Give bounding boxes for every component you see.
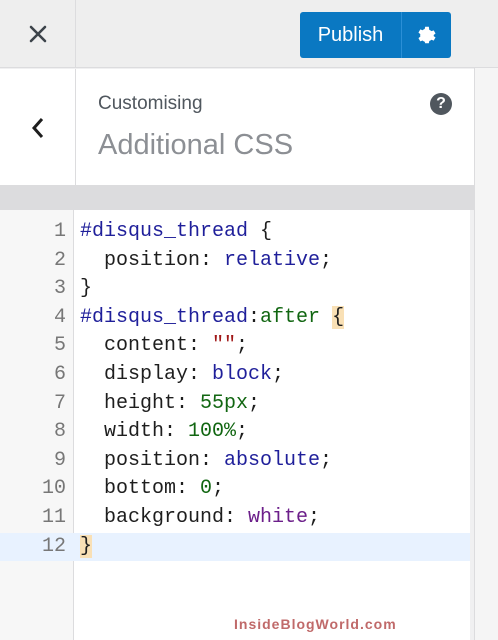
line-number: 11 — [41, 506, 66, 529]
code-line[interactable]: 9 position: absolute; — [0, 447, 470, 476]
code-text: #disqus_thread { — [80, 218, 272, 247]
line-number: 5 — [53, 334, 66, 358]
code-token: ; — [320, 248, 333, 272]
code-token: position: — [80, 448, 225, 472]
publish-settings-button[interactable] — [402, 12, 451, 58]
code-token: bottom: — [80, 477, 201, 501]
code-token: width: — [80, 420, 189, 444]
code-token: block — [212, 363, 273, 386]
code-token: ; — [236, 420, 249, 444]
code-line[interactable]: 3} — [0, 275, 470, 304]
code-text: height: 55px; — [80, 390, 260, 419]
code-token: absolute — [224, 448, 321, 472]
code-token: } — [80, 277, 93, 301]
back-button[interactable] — [0, 69, 76, 186]
publish-group: Publish — [300, 12, 451, 58]
close-button[interactable] — [0, 0, 76, 68]
code-text: bottom: 0; — [80, 475, 224, 504]
code-text: width: 100%; — [80, 418, 248, 447]
line-number: 9 — [53, 448, 66, 472]
code-token: ; — [236, 334, 249, 358]
breadcrumb: Customising — [98, 93, 203, 114]
code-token: height: — [80, 391, 201, 415]
code-token: "" — [212, 334, 237, 358]
line-number: 12 — [41, 534, 66, 558]
code-token: { — [248, 220, 273, 243]
code-token: ; — [320, 448, 333, 472]
code-text: } — [80, 533, 93, 562]
code-token: : — [248, 305, 261, 329]
code-line[interactable]: 11 background: white; — [0, 504, 470, 533]
code-token: ; — [212, 477, 225, 501]
code-token: #disqus_thread — [80, 305, 249, 329]
code-line[interactable]: 7 height: 55px; — [0, 390, 470, 419]
code-token: 55px — [200, 391, 249, 415]
code-line[interactable]: 6 display: block; — [0, 361, 470, 390]
code-line[interactable]: 1 #disqus_thread { — [0, 218, 470, 247]
code-line[interactable]: 8 width: 100%; — [0, 418, 470, 447]
close-icon — [29, 25, 46, 43]
top-bar: Publish — [0, 0, 498, 68]
code-token: #disqus_thread — [80, 220, 249, 243]
code-text: display: block; — [80, 361, 284, 390]
line-number: 6 — [53, 363, 66, 386]
code-token: white — [248, 506, 309, 529]
divider — [0, 186, 474, 210]
code-token: background: — [80, 506, 249, 529]
code-token: after — [260, 305, 321, 329]
code-token: position: — [80, 248, 225, 272]
line-number: 4 — [53, 305, 66, 329]
line-number: 10 — [41, 477, 66, 501]
code-text: #disqus_thread:after { — [80, 304, 345, 333]
code-text: } — [80, 275, 92, 304]
section-header: Customising Additional CSS ? — [0, 69, 474, 186]
code-token: display: — [80, 363, 213, 386]
code-token: relative — [224, 248, 321, 272]
code-token: ; — [248, 391, 261, 415]
code-line[interactable]: 4 #disqus_thread:after { — [0, 304, 470, 333]
code-token: ; — [308, 506, 321, 529]
code-token: 0 — [200, 477, 213, 501]
code-line[interactable]: 12} — [0, 532, 470, 562]
gear-icon — [417, 26, 436, 44]
code-token: content: — [80, 334, 213, 358]
line-number: 8 — [53, 420, 66, 444]
page-title: Additional CSS — [98, 129, 294, 161]
code-text: content: ""; — [80, 332, 248, 361]
code-line[interactable]: 2 position: relative; — [0, 247, 470, 276]
code-text: position: absolute; — [80, 447, 332, 476]
code-token: } — [80, 534, 93, 558]
code-text: background: white; — [80, 504, 320, 533]
code-line[interactable]: 5 content: ""; — [0, 332, 470, 361]
code-token: { — [332, 305, 345, 329]
line-number: 1 — [53, 220, 66, 243]
code-line[interactable]: 10 bottom: 0; — [0, 475, 470, 504]
code-text: position: relative; — [80, 247, 332, 276]
code-token: 100% — [188, 420, 237, 444]
css-code-editor[interactable]: 1 #disqus_thread {2 position: relative; 3}… — [0, 210, 470, 640]
line-number: 2 — [53, 248, 66, 272]
code-token: ; — [272, 363, 285, 386]
publish-button[interactable]: Publish — [300, 12, 402, 58]
chevron-left-icon — [31, 117, 43, 138]
line-number: 3 — [53, 277, 66, 301]
watermark: InsideBlogWorld.com — [234, 616, 397, 632]
help-icon[interactable]: ? — [430, 93, 452, 115]
line-number: 7 — [53, 391, 66, 415]
panel-edge — [474, 68, 498, 640]
